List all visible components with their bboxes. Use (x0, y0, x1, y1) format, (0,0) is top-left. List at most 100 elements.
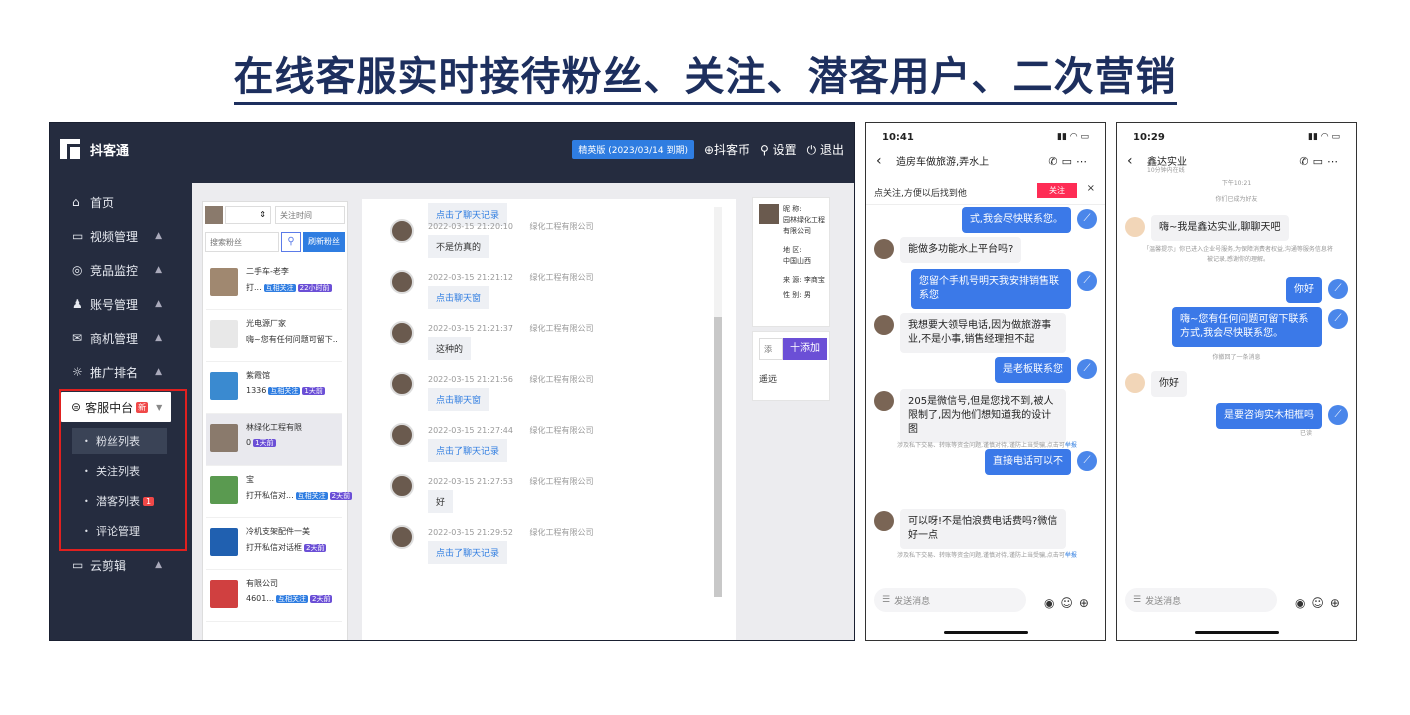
coin-link[interactable]: ⊕抖客币 (704, 141, 750, 158)
message-input[interactable]: ☰ 发送消息 (1125, 588, 1277, 612)
power-icon: ⏻ (806, 143, 820, 157)
chevron-up-icon: ▲ (155, 333, 162, 343)
nav-home[interactable]: ⌂ 首页 (50, 185, 190, 219)
message-timestamp: 2022-03-15 21:27:53 绿化工程有限公司 (428, 477, 594, 486)
fan-list-item[interactable]: 有限公司 4601... 互相关注 2天前 (206, 570, 342, 622)
nav-cloud-edit[interactable]: ▭ 云剪辑 ▲ (50, 548, 190, 582)
account-avatar[interactable] (205, 206, 223, 224)
nav-video[interactable]: ▭ 视频管理 ▲ (50, 219, 190, 253)
main-content: ⇕ ⚲ 刷新粉丝 二手车-老李打...互相关注22小时前光电源厂家嗨~您有任何问… (192, 183, 854, 640)
message-bubble[interactable]: 点击聊天窗 (428, 388, 490, 411)
new-badge: 新 (136, 401, 149, 413)
greeting-bubble: 嗨~我是鑫达实业,聊聊天吧 (1151, 215, 1289, 241)
fan-name: 宝 (246, 475, 254, 484)
search-icon[interactable]: ⚲ (281, 232, 301, 252)
received-bubble: 可以呀!不是怕浪费电话费吗?微信好一点 (900, 509, 1066, 549)
read-receipt: 已读 (1299, 430, 1312, 437)
follow-button[interactable]: 关注 (1037, 183, 1077, 198)
fan-name: 林绿化工程有限 (246, 423, 302, 432)
time-tag: 2天前 (329, 492, 353, 500)
chat-icon: ⊜ (71, 400, 82, 414)
sent-bubble: 是要咨询实木相框吗 (1216, 403, 1322, 429)
report-link[interactable]: 举报 (1065, 442, 1077, 449)
nav-competitor[interactable]: ◎ 竞品监控 ▲ (50, 253, 190, 287)
received-bubble: 能做多功能水上平台吗? (900, 237, 1022, 263)
phone-screen-1: 10:41 ▮▮ ◠ ▭ ‹ 造房车做旅游,弄水上 ✆▭⋯ 点关注,方便以后找到… (865, 122, 1106, 641)
message-timestamp: 2022-03-15 21:21:37 绿化工程有限公司 (428, 324, 594, 333)
settings-link[interactable]: ⚲ 设置 (760, 141, 797, 158)
nav-service-center[interactable]: ⊜ 客服中台新 ▼ (61, 392, 171, 422)
message-bubble: 好 (428, 490, 454, 513)
menu-icon: ☰ (1133, 595, 1142, 605)
fan-list-item[interactable]: 光电源厂家 嗨~您有任何问题可留下.. (206, 310, 342, 362)
nav-account[interactable]: ♟ 账号管理 ▲ (50, 287, 190, 321)
logout-link[interactable]: ⏻ 退出 (807, 141, 844, 158)
message-bubble[interactable]: 点击聊天窗 (428, 286, 490, 309)
chat-message: 2022-03-15 21:21:37 绿化工程有限公司 这种的 (390, 319, 730, 369)
call-video-more-icons[interactable]: ✆▭⋯ (1299, 155, 1342, 168)
chevron-up-icon: ▲ (155, 265, 162, 275)
fan-last-message: 打开私信对话框 (246, 543, 302, 552)
input-action-icons[interactable]: ◉☺⊕ (1044, 596, 1095, 610)
back-icon[interactable]: ‹ (1127, 153, 1133, 169)
close-icon[interactable]: × (1087, 183, 1095, 194)
chat-panel: 点击了聊天记录 2022-03-15 21:20:10 绿化工程有限公司 不是仿真的… (362, 199, 736, 640)
chat-message: 2022-03-15 21:27:44 绿化工程有限公司 点击了聊天记录 (390, 421, 730, 471)
search-input[interactable] (205, 232, 279, 252)
sub-lead-list[interactable]: • 潜客列表 1 (72, 488, 167, 514)
fan-list-item[interactable]: 二手车-老李 打... 互相关注 22小时前 (206, 258, 342, 310)
users-icon: ♟ (72, 297, 83, 311)
fan-list-item[interactable]: 冷机支架配件一美 打开私信对话框 2天前 (206, 518, 342, 570)
fan-list-item[interactable]: 林绿化工程有限 0 1天前 (206, 414, 342, 466)
chevron-up-icon: ▲ (155, 367, 162, 377)
refresh-fans-button[interactable]: 刷新粉丝 (303, 232, 345, 252)
fan-last-message: 0 (246, 438, 252, 447)
desktop-app-window: 抖客通 精英版 (2023/03/14 到期) ⊕抖客币 ⚲ 设置 ⏻ 退出 ⌂… (49, 122, 855, 641)
mail-icon: ✉ (72, 331, 83, 345)
avatar (874, 315, 894, 335)
time-tag: 2天前 (310, 595, 333, 603)
chevron-down-icon: ▼ (156, 402, 163, 412)
chat-message: 2022-03-15 21:21:56 绿化工程有限公司 点击聊天窗 (390, 370, 730, 420)
filter-input[interactable] (275, 206, 345, 224)
add-tag-button[interactable]: 十添加 (783, 338, 827, 360)
withdraw-note: 你撤回了一条消息 (1212, 354, 1261, 361)
follow-banner: 点关注,方便以后找到他 关注 × (866, 177, 1105, 205)
user-icon: ⚲ (760, 143, 773, 157)
contact-avatar (1125, 217, 1145, 237)
chat-title: 造房车做旅游,弄水上 (896, 157, 990, 168)
chat-scrollbar[interactable] (714, 207, 722, 597)
avatar: ⟋ (1328, 279, 1348, 299)
sub-comment-manage[interactable]: • 评论管理 (72, 518, 167, 544)
call-video-more-icons[interactable]: ✆▭⋯ (1048, 155, 1091, 168)
message-bubble[interactable]: 点击了聊天记录 (428, 439, 508, 462)
fan-list-item[interactable]: 宝打开私信对... 互相关注 2天前 (206, 466, 353, 518)
menu-icon: ☰ (882, 595, 891, 605)
avatar (874, 511, 894, 531)
sub-follow-list[interactable]: • 关注列表 (72, 458, 167, 484)
mutual-follow-tag: 互相关注 (268, 387, 301, 395)
fan-last-message: 打... (246, 283, 262, 292)
safety-notice: 涉及私下交易、转账等资金问题,谨慎对待,谨防上当受骗,点击可举报 (897, 442, 1077, 449)
input-action-icons[interactable]: ◉☺⊕ (1295, 596, 1346, 610)
time-tag: 22小时前 (297, 284, 332, 292)
nav-business[interactable]: ✉ 商机管理 ▲ (50, 321, 190, 355)
account-select[interactable]: ⇕ (225, 206, 271, 224)
fan-name: 紫霞馆 (246, 371, 270, 380)
back-icon[interactable]: ‹ (876, 153, 882, 169)
message-bubble[interactable]: 点击了聊天记录 (428, 541, 508, 564)
nav-ranking[interactable]: ☼ 推广排名 ▲ (50, 355, 190, 389)
sender-avatar (390, 372, 414, 396)
tag-item[interactable]: 遥远 (759, 372, 777, 385)
message-input[interactable]: ☰ 发送消息 (874, 588, 1026, 612)
sub-fans-list[interactable]: • 粉丝列表 (72, 428, 167, 454)
sent-bubble: 直接电话可以不 (985, 449, 1071, 475)
edition-badge[interactable]: 精英版 (2023/03/14 到期) (572, 140, 694, 159)
sender-avatar (390, 321, 414, 345)
tag-input[interactable] (759, 338, 783, 360)
chat-message: 2022-03-15 21:29:52 绿化工程有限公司 点击了聊天记录 (390, 523, 730, 573)
signal-wifi-battery-icon: ▮▮ ◠ ▭ (1057, 132, 1089, 142)
chat-message: 2022-03-15 21:21:12 绿化工程有限公司 点击聊天窗 (390, 268, 730, 318)
fan-list-item[interactable]: 紫霞馆 1336 互相关注 1天前 (206, 362, 342, 414)
report-link[interactable]: 举报 (1065, 552, 1077, 559)
